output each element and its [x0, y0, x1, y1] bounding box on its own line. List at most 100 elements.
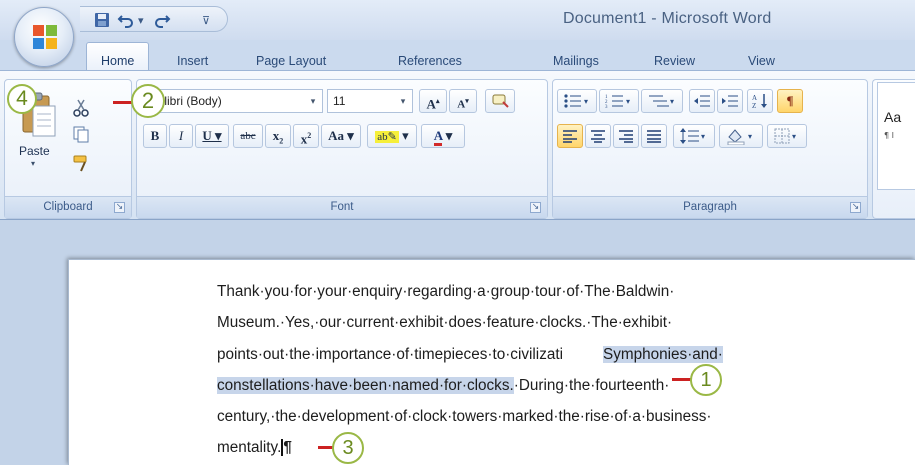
tab-page-layout[interactable]: Page Layout	[256, 54, 326, 68]
multilevel-list-icon: ▾	[649, 95, 674, 107]
bullets-icon: ▾	[564, 94, 588, 108]
svg-text:▾: ▾	[792, 132, 796, 141]
italic-button[interactable]: I	[169, 124, 193, 148]
justify-button[interactable]	[641, 124, 667, 148]
svg-text:▾: ▾	[748, 132, 752, 141]
font-group-label: Font	[137, 196, 547, 218]
font-size-combo[interactable]: 11 ▾	[327, 89, 413, 113]
doc-line-4b: ·During·the·fourteenth·	[513, 377, 670, 394]
svg-text:3: 3	[605, 105, 608, 110]
align-center-button[interactable]	[585, 124, 611, 148]
tab-insert[interactable]: Insert	[177, 54, 208, 68]
shading-button[interactable]: ▾	[719, 124, 763, 148]
multilevel-list-button[interactable]: ▾	[641, 89, 683, 113]
align-left-icon	[563, 130, 577, 143]
paste-button-label[interactable]: Paste	[19, 144, 50, 158]
tab-home[interactable]: Home	[86, 42, 150, 72]
document-area: Thank·you·for·your·enquiry·regarding·a·g…	[0, 220, 915, 465]
font-family-combo[interactable]: Calibri (Body) ▾	[143, 89, 323, 113]
office-button[interactable]	[14, 7, 74, 67]
customize-qat-icon[interactable]: ⊽	[202, 14, 210, 27]
paste-dropdown-icon[interactable]: ▾	[31, 159, 35, 168]
cut-icon[interactable]	[71, 98, 91, 118]
superscript-button[interactable]: x2	[293, 124, 319, 148]
tab-references[interactable]: References	[398, 54, 462, 68]
doc-line-6: mentality. ¶	[217, 437, 292, 459]
clear-formatting-button[interactable]	[485, 89, 515, 113]
line-spacing-button[interactable]: ▾	[673, 124, 715, 148]
paragraph-launcher-icon[interactable]: ↘	[850, 202, 861, 213]
doc-line-2: Museum.·Yes,·our·current·exhibit·does·fe…	[217, 314, 673, 331]
change-case-button[interactable]: Aa ▾	[321, 124, 361, 148]
show-hide-marks-button[interactable]: ¶	[777, 89, 803, 113]
document-page[interactable]: Thank·you·for·your·enquiry·regarding·a·g…	[68, 259, 915, 465]
paragraph-group: ▾ 1 2 3 ▾ ▾ A Z ¶ ▾ ▾ ▾ Paragraph ↘	[552, 79, 868, 219]
font-color-icon: A	[433, 128, 443, 146]
line-spacing-icon: ▾	[680, 128, 705, 144]
redo-icon[interactable]	[152, 10, 172, 30]
tab-mailings[interactable]: Mailings	[553, 54, 599, 68]
office-logo-icon	[33, 25, 57, 49]
style-preview-sublabel: ¶ I	[884, 131, 894, 140]
clipboard-launcher-icon[interactable]: ↘	[114, 202, 125, 213]
clipboard-group-label: Clipboard	[5, 196, 131, 218]
svg-text:Z: Z	[752, 102, 756, 110]
doc-line-4: constellations·have·been·named·for·clock…	[217, 375, 669, 397]
font-family-dropdown-icon[interactable]: ▾	[306, 90, 320, 112]
borders-icon: ▾	[774, 128, 796, 144]
align-right-icon	[619, 130, 633, 143]
decrease-indent-button[interactable]	[689, 89, 715, 113]
styles-group: Aa ¶ I	[872, 79, 915, 219]
format-painter-icon[interactable]	[71, 152, 93, 174]
borders-button[interactable]: ▾	[767, 124, 807, 148]
underline-button[interactable]: U ▾	[195, 124, 229, 148]
grow-font-button[interactable]: A▴	[419, 89, 447, 113]
align-center-icon	[591, 130, 605, 143]
save-icon[interactable]	[92, 10, 112, 30]
numbering-icon: 1 2 3 ▾	[605, 95, 630, 110]
undo-dropdown-icon[interactable]: ▾	[138, 14, 144, 27]
svg-text:▾: ▾	[701, 132, 705, 141]
align-left-button[interactable]	[557, 124, 583, 148]
font-group: Calibri (Body) ▾ 11 ▾ A▴ A▾ B I U ▾ abc …	[136, 79, 548, 219]
ribbon-tabs: Home Insert Page Layout References Maili…	[0, 40, 915, 72]
paragraph-mark-icon: ¶	[281, 439, 292, 456]
callout-2: 2	[131, 84, 165, 118]
shrink-font-button[interactable]: A▾	[449, 89, 477, 113]
style-preview-normal[interactable]: Aa	[884, 109, 901, 125]
copy-icon[interactable]	[71, 124, 91, 144]
callout-3: 3	[332, 432, 364, 464]
svg-text:▾: ▾	[584, 97, 588, 106]
bullets-button[interactable]: ▾	[557, 89, 597, 113]
tab-review[interactable]: Review	[654, 54, 695, 68]
strikethrough-button[interactable]: abc	[233, 124, 263, 148]
callout-1: 1	[690, 364, 722, 396]
font-launcher-icon[interactable]: ↘	[530, 202, 541, 213]
font-size-dropdown-icon[interactable]: ▾	[396, 90, 410, 112]
highlighter-icon: ab✎	[375, 131, 399, 143]
font-size-value: 11	[333, 94, 346, 108]
svg-text:A: A	[752, 94, 757, 102]
increase-indent-icon	[722, 95, 738, 107]
sort-button[interactable]: AZ	[747, 89, 773, 113]
font-color-button[interactable]: A ▾	[421, 124, 465, 148]
selected-text-1: Symphonies·and·	[603, 346, 723, 363]
bold-button[interactable]: B	[143, 124, 167, 148]
doc-line-3a: points·out·the·importance·of·timepieces·…	[217, 346, 564, 363]
styles-gallery[interactable]: Aa ¶ I	[877, 82, 915, 190]
paragraph-group-label: Paragraph	[553, 196, 867, 218]
justify-icon	[647, 130, 661, 143]
align-right-button[interactable]	[613, 124, 639, 148]
undo-icon[interactable]	[116, 10, 136, 30]
clear-formatting-icon	[492, 94, 509, 108]
subscript-button[interactable]: x2	[265, 124, 291, 148]
highlight-button[interactable]: ab✎ ▾	[367, 124, 417, 148]
increase-indent-button[interactable]	[717, 89, 743, 113]
numbering-button[interactable]: 1 2 3 ▾	[599, 89, 639, 113]
doc-line-6a: mentality.	[217, 439, 282, 456]
title-bar: ▾ ⊽ Document1 - Microsoft Word	[0, 0, 915, 40]
tab-view[interactable]: View	[748, 54, 775, 68]
callout-4: 4	[7, 84, 37, 114]
svg-text:▾: ▾	[670, 97, 674, 106]
doc-line-1: Thank·you·for·your·enquiry·regarding·a·g…	[217, 283, 675, 300]
